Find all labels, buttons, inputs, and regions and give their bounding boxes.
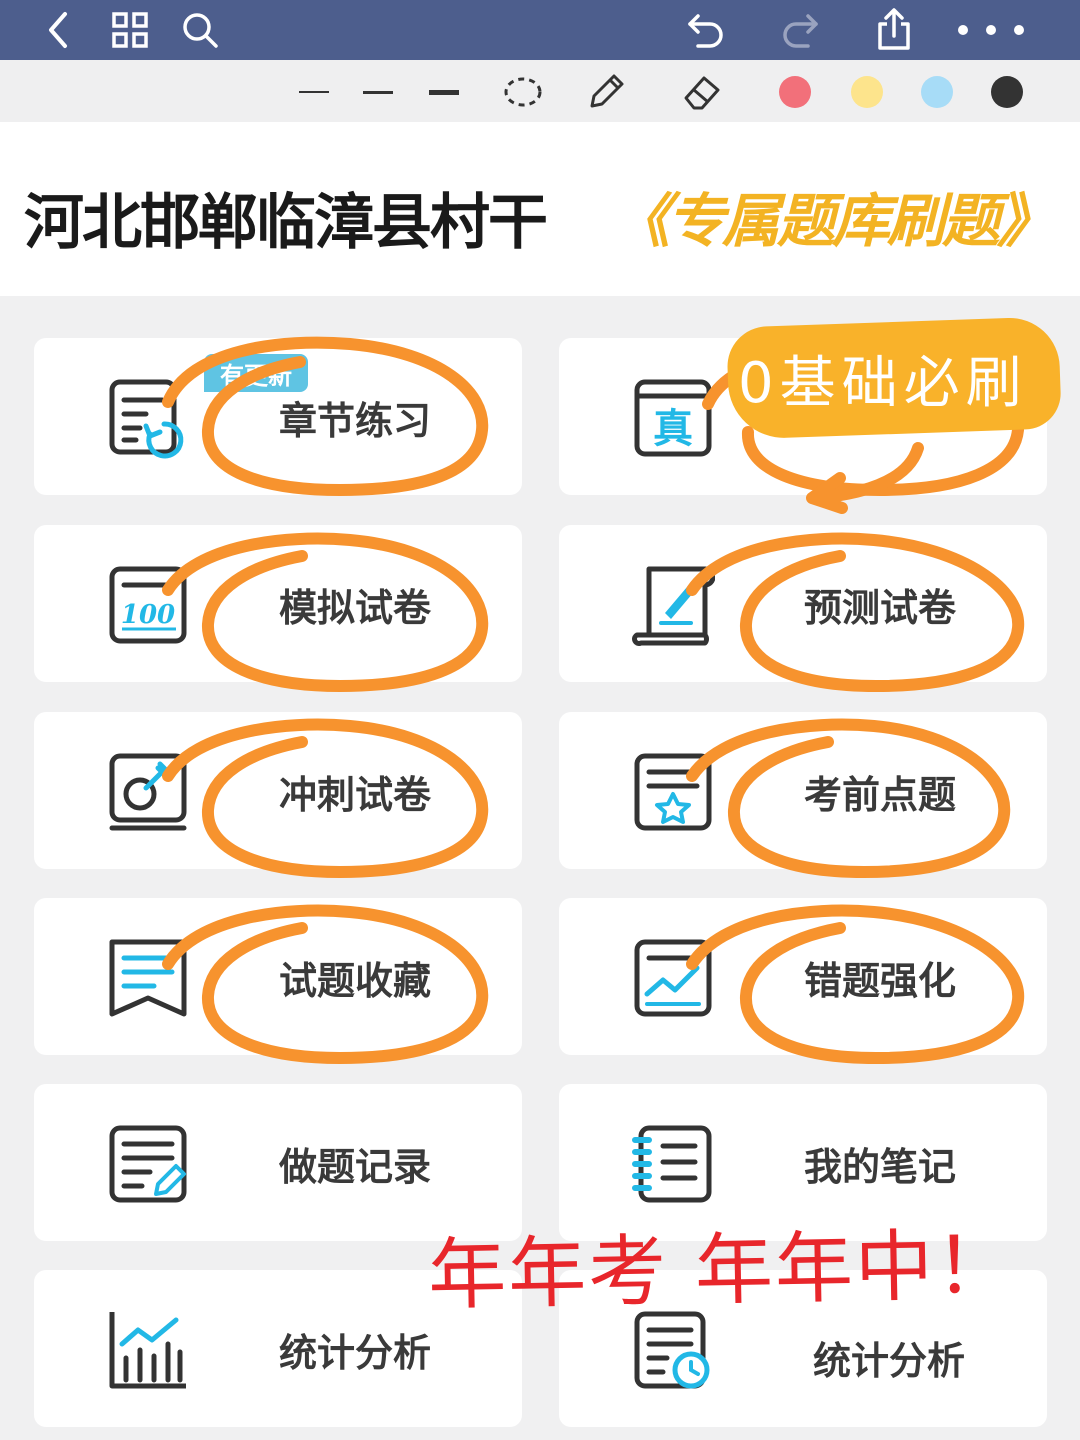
card-label: 错题强化 xyxy=(804,959,957,1003)
predict-exam-card[interactable]: 预测试卷 xyxy=(559,525,1047,682)
card-label: 试题收藏 xyxy=(279,959,432,1003)
lasso-icon[interactable] xyxy=(502,70,544,114)
chapter-practice-card[interactable]: 有更新 章节练习 xyxy=(34,338,522,495)
svg-text:100: 100 xyxy=(121,600,175,630)
thick-line-icon[interactable] xyxy=(428,70,460,114)
mock-exam-card[interactable]: 100 模拟试卷 xyxy=(34,525,522,682)
sticker-text: 0基础必刷 xyxy=(738,351,1028,416)
svg-text:真: 真 xyxy=(653,406,693,452)
sprint-exam-card[interactable]: 冲刺试卷 xyxy=(34,712,522,869)
star-document-icon xyxy=(634,753,712,831)
handwriting-annotation: 年年考 年年中！ xyxy=(427,1220,1016,1322)
pen-color-blue[interactable] xyxy=(920,70,954,114)
pen-color-black[interactable] xyxy=(990,70,1024,114)
card-label: 统计分析 xyxy=(279,1331,432,1375)
medium-line-icon[interactable] xyxy=(362,70,394,114)
card-label: 我的笔记 xyxy=(804,1145,957,1189)
search-icon[interactable] xyxy=(178,8,222,52)
card-label: 预测试卷 xyxy=(804,586,957,630)
chart-trend-icon xyxy=(634,939,712,1017)
redo-icon[interactable] xyxy=(778,8,822,52)
sprint-exam-icon xyxy=(109,753,187,831)
pen-color-red[interactable] xyxy=(778,70,812,114)
bar-chart-icon xyxy=(109,1312,186,1389)
exam-paper-icon: 真 xyxy=(634,379,712,457)
chevron-left-icon[interactable] xyxy=(36,8,80,52)
page-header: 河北邯郸临漳县村干 《专属题库刷题》 xyxy=(0,122,1080,296)
page-title: 河北邯郸临漳县村干 xyxy=(24,188,548,258)
thin-line-icon[interactable] xyxy=(298,70,330,114)
update-badge: 有更新 xyxy=(204,354,308,392)
notebook-icon xyxy=(632,1125,712,1203)
page-title-highlight: 《专属题库刷题》 xyxy=(612,187,1055,255)
card-label: 章节练习 xyxy=(279,399,432,443)
edit-document-icon xyxy=(109,1125,187,1203)
card-label: 统计分析 xyxy=(813,1339,966,1383)
pen-toolbar xyxy=(0,60,1080,122)
grid-icon[interactable] xyxy=(108,8,152,52)
chapter-practice-icon xyxy=(109,379,184,459)
undo-icon[interactable] xyxy=(684,8,728,52)
favorites-card[interactable]: 试题收藏 xyxy=(34,898,522,1055)
pen-color-yellow[interactable] xyxy=(850,70,884,114)
share-icon[interactable] xyxy=(872,8,916,52)
scroll-paper-icon xyxy=(632,566,715,646)
more-icon[interactable] xyxy=(950,8,1030,52)
pencil-icon[interactable] xyxy=(584,70,628,114)
bookmark-icon xyxy=(109,939,187,1017)
card-label: 模拟试卷 xyxy=(279,586,432,630)
card-label: 做题记录 xyxy=(279,1145,432,1189)
card-label: 冲刺试卷 xyxy=(279,773,432,817)
eraser-icon[interactable] xyxy=(680,70,724,114)
wrong-questions-card[interactable]: 错题强化 xyxy=(559,898,1047,1055)
card-label: 考前点题 xyxy=(804,773,957,817)
key-points-card[interactable]: 考前点题 xyxy=(559,712,1047,869)
top-navigation-bar xyxy=(0,0,1080,60)
mock-exam-icon: 100 xyxy=(109,566,187,644)
